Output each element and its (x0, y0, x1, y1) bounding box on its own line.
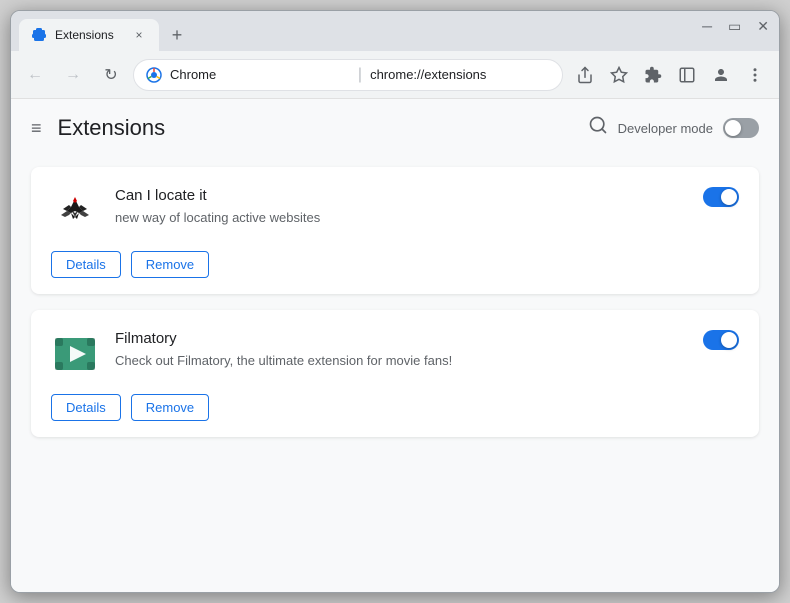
remove-button[interactable]: Remove (131, 251, 209, 278)
extension-name: Can I locate it (115, 187, 739, 204)
reload-icon: ↻ (104, 65, 117, 85)
sidebar-button[interactable] (671, 59, 703, 91)
chrome-icon (146, 67, 162, 83)
extensions-list: Can I locate it new way of locating acti… (11, 157, 779, 447)
window-controls: ─ ▭ ✕ (702, 19, 769, 33)
toggle-knob (721, 189, 737, 205)
extension-info: Filmatory Check out Filmatory, the ultim… (115, 330, 739, 371)
address-bar[interactable]: Chrome | chrome://extensions (133, 59, 563, 91)
forward-icon: → (65, 66, 81, 84)
developer-mode-toggle[interactable] (723, 118, 759, 138)
extension-description: Check out Filmatory, the ultimate extens… (115, 351, 739, 371)
nav-bar: ← → ↻ Chrome | chrome://extensions (11, 51, 779, 99)
forward-button[interactable]: → (57, 59, 89, 91)
extension-card-top: Filmatory Check out Filmatory, the ultim… (51, 330, 739, 378)
nav-right-icons (569, 59, 771, 91)
extension-toggle[interactable] (703, 187, 739, 212)
remove-button[interactable]: Remove (131, 394, 209, 421)
toggle-knob (721, 332, 737, 348)
active-tab[interactable]: Extensions × (19, 19, 159, 51)
extension-enable-toggle[interactable] (703, 187, 739, 207)
tab-close-button[interactable]: × (131, 27, 147, 43)
profile-button[interactable] (705, 59, 737, 91)
reload-button[interactable]: ↻ (95, 59, 127, 91)
extension-card-top: Can I locate it new way of locating acti… (51, 187, 739, 235)
tab-title: Extensions (55, 28, 123, 42)
extension-icon (51, 187, 99, 235)
dev-mode-label: Developer mode (618, 121, 713, 136)
extension-icon (51, 330, 99, 378)
details-button[interactable]: Details (51, 251, 121, 278)
address-url: chrome://extensions (370, 67, 550, 82)
extension-card: Filmatory Check out Filmatory, the ultim… (31, 310, 759, 437)
extension-name: Filmatory (115, 330, 739, 347)
page-title: Extensions (58, 115, 588, 141)
extension-card: Can I locate it new way of locating acti… (31, 167, 759, 294)
back-button[interactable]: ← (19, 59, 51, 91)
minimize-icon[interactable]: ─ (702, 19, 712, 33)
share-button[interactable] (569, 59, 601, 91)
title-bar: Extensions × + ─ ▭ ✕ (11, 11, 779, 51)
close-icon[interactable]: ✕ (757, 19, 769, 33)
extension-actions: Details Remove (51, 251, 739, 278)
details-button[interactable]: Details (51, 394, 121, 421)
extension-toggle[interactable] (703, 330, 739, 355)
back-icon: ← (27, 66, 43, 84)
bookmark-button[interactable] (603, 59, 635, 91)
more-button[interactable] (739, 59, 771, 91)
dev-mode-area: Developer mode (588, 115, 759, 141)
extension-description: new way of locating active websites (115, 208, 739, 228)
search-button[interactable] (588, 115, 608, 141)
new-tab-button[interactable]: + (163, 21, 191, 49)
restore-icon[interactable]: ▭ (728, 19, 741, 33)
extension-enable-toggle[interactable] (703, 330, 739, 350)
address-divider: | (358, 66, 362, 84)
extension-actions: Details Remove (51, 394, 739, 421)
page-content: ≡ Extensions Developer mode (11, 99, 779, 592)
tab-strip: Extensions × + (19, 19, 771, 51)
extension-info: Can I locate it new way of locating acti… (115, 187, 739, 228)
hamburger-menu-button[interactable]: ≡ (31, 118, 42, 139)
extensions-button[interactable] (637, 59, 669, 91)
extensions-header: ≡ Extensions Developer mode (11, 99, 779, 157)
browser-window: Extensions × + ─ ▭ ✕ ← → ↻ (10, 10, 780, 593)
chrome-label: Chrome (170, 67, 350, 82)
toggle-knob (725, 120, 741, 136)
tab-favicon (31, 27, 47, 43)
